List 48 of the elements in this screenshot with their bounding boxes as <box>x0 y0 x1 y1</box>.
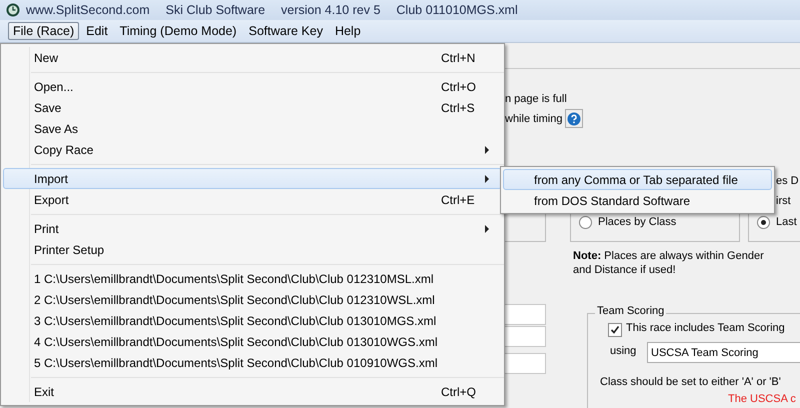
submenu-arrow-icon <box>484 174 490 182</box>
menu-item[interactable]: 4 C:\Users\emillbrandt\Documents\Split Second\Club\Club 013010WGS.xml <box>3 331 502 352</box>
submenu-arrow-icon <box>484 146 490 154</box>
menu-item[interactable]: Export Ctrl+E <box>3 189 502 210</box>
menu-item[interactable]: from DOS Standard Software <box>503 190 772 211</box>
menu-item[interactable]: 5 C:\Users\emillbrandt\Documents\Split Second\Club\Club 010910WGS.xml <box>3 352 502 373</box>
menu-bar-item[interactable]: Help <box>330 22 366 40</box>
window-title: www.SplitSecond.com <box>26 3 150 17</box>
input-field[interactable] <box>505 353 546 374</box>
window-title: version 4.10 rev 5 <box>281 3 380 17</box>
menu-item[interactable]: from any Comma or Tab separated file <box>503 169 772 190</box>
warning-text: The USCSA c <box>728 393 796 405</box>
hint-text: Class should be set to either 'A' or 'B' <box>600 376 781 388</box>
menu-bar-item[interactable]: Timing (Demo Mode) <box>114 22 242 40</box>
menu-item[interactable]: Import <box>3 168 502 189</box>
menu-item[interactable]: New Ctrl+N <box>3 47 502 68</box>
menu-item[interactable]: Save Ctrl+S <box>3 97 502 118</box>
menu-item[interactable]: 1 C:\Users\emillbrandt\Documents\Split Second\Club\Club 012310MSL.xml <box>3 268 502 289</box>
form-label: n page is full <box>505 93 567 105</box>
form-label: while timing <box>505 113 562 125</box>
menu-item[interactable]: Print <box>3 218 502 239</box>
checkbox-label: This race includes Team Scoring <box>626 322 785 334</box>
help-button[interactable] <box>565 109 583 128</box>
menu-item[interactable]: Copy Race <box>3 139 502 160</box>
submenu-arrow-icon <box>484 224 490 232</box>
menu-item[interactable]: Printer Setup <box>3 239 502 260</box>
menu-item[interactable]: 3 C:\Users\emillbrandt\Documents\Split Second\Club\Club 013010MGS.xml <box>3 310 502 331</box>
menu-bar-item[interactable]: Software Key <box>244 22 328 40</box>
group-title: Team Scoring <box>595 305 666 317</box>
menu-bar-item[interactable]: File (Race) <box>8 22 80 40</box>
menu-bar-item[interactable]: Edit <box>81 22 113 40</box>
input-field[interactable] <box>505 304 546 325</box>
radio-option[interactable]: Places by Class <box>579 216 676 228</box>
window-title: Club 011010MGS.xml <box>396 3 518 17</box>
form-label: es D <box>776 175 799 187</box>
scoring-dropdown[interactable]: USCSA Team Scoring <box>647 342 800 363</box>
input-field[interactable] <box>505 326 546 347</box>
help-icon <box>567 112 581 126</box>
field-label: using <box>610 345 636 357</box>
checkbox[interactable] <box>608 323 622 337</box>
menu-item[interactable]: Open... Ctrl+O <box>3 76 502 97</box>
menu-item[interactable]: Exit Ctrl+Q <box>3 381 502 402</box>
note-text: Note: Places are always within Gender and Distance if used! <box>573 249 765 277</box>
form-label: irst <box>776 195 791 207</box>
menu-item[interactable]: 2 C:\Users\emillbrandt\Documents\Split Second\Club\Club 012310WSL.xml <box>3 289 502 310</box>
clock-logo-icon <box>6 3 20 17</box>
window-title: Ski Club Software <box>166 3 266 17</box>
menu-item[interactable]: Save As <box>3 118 502 139</box>
